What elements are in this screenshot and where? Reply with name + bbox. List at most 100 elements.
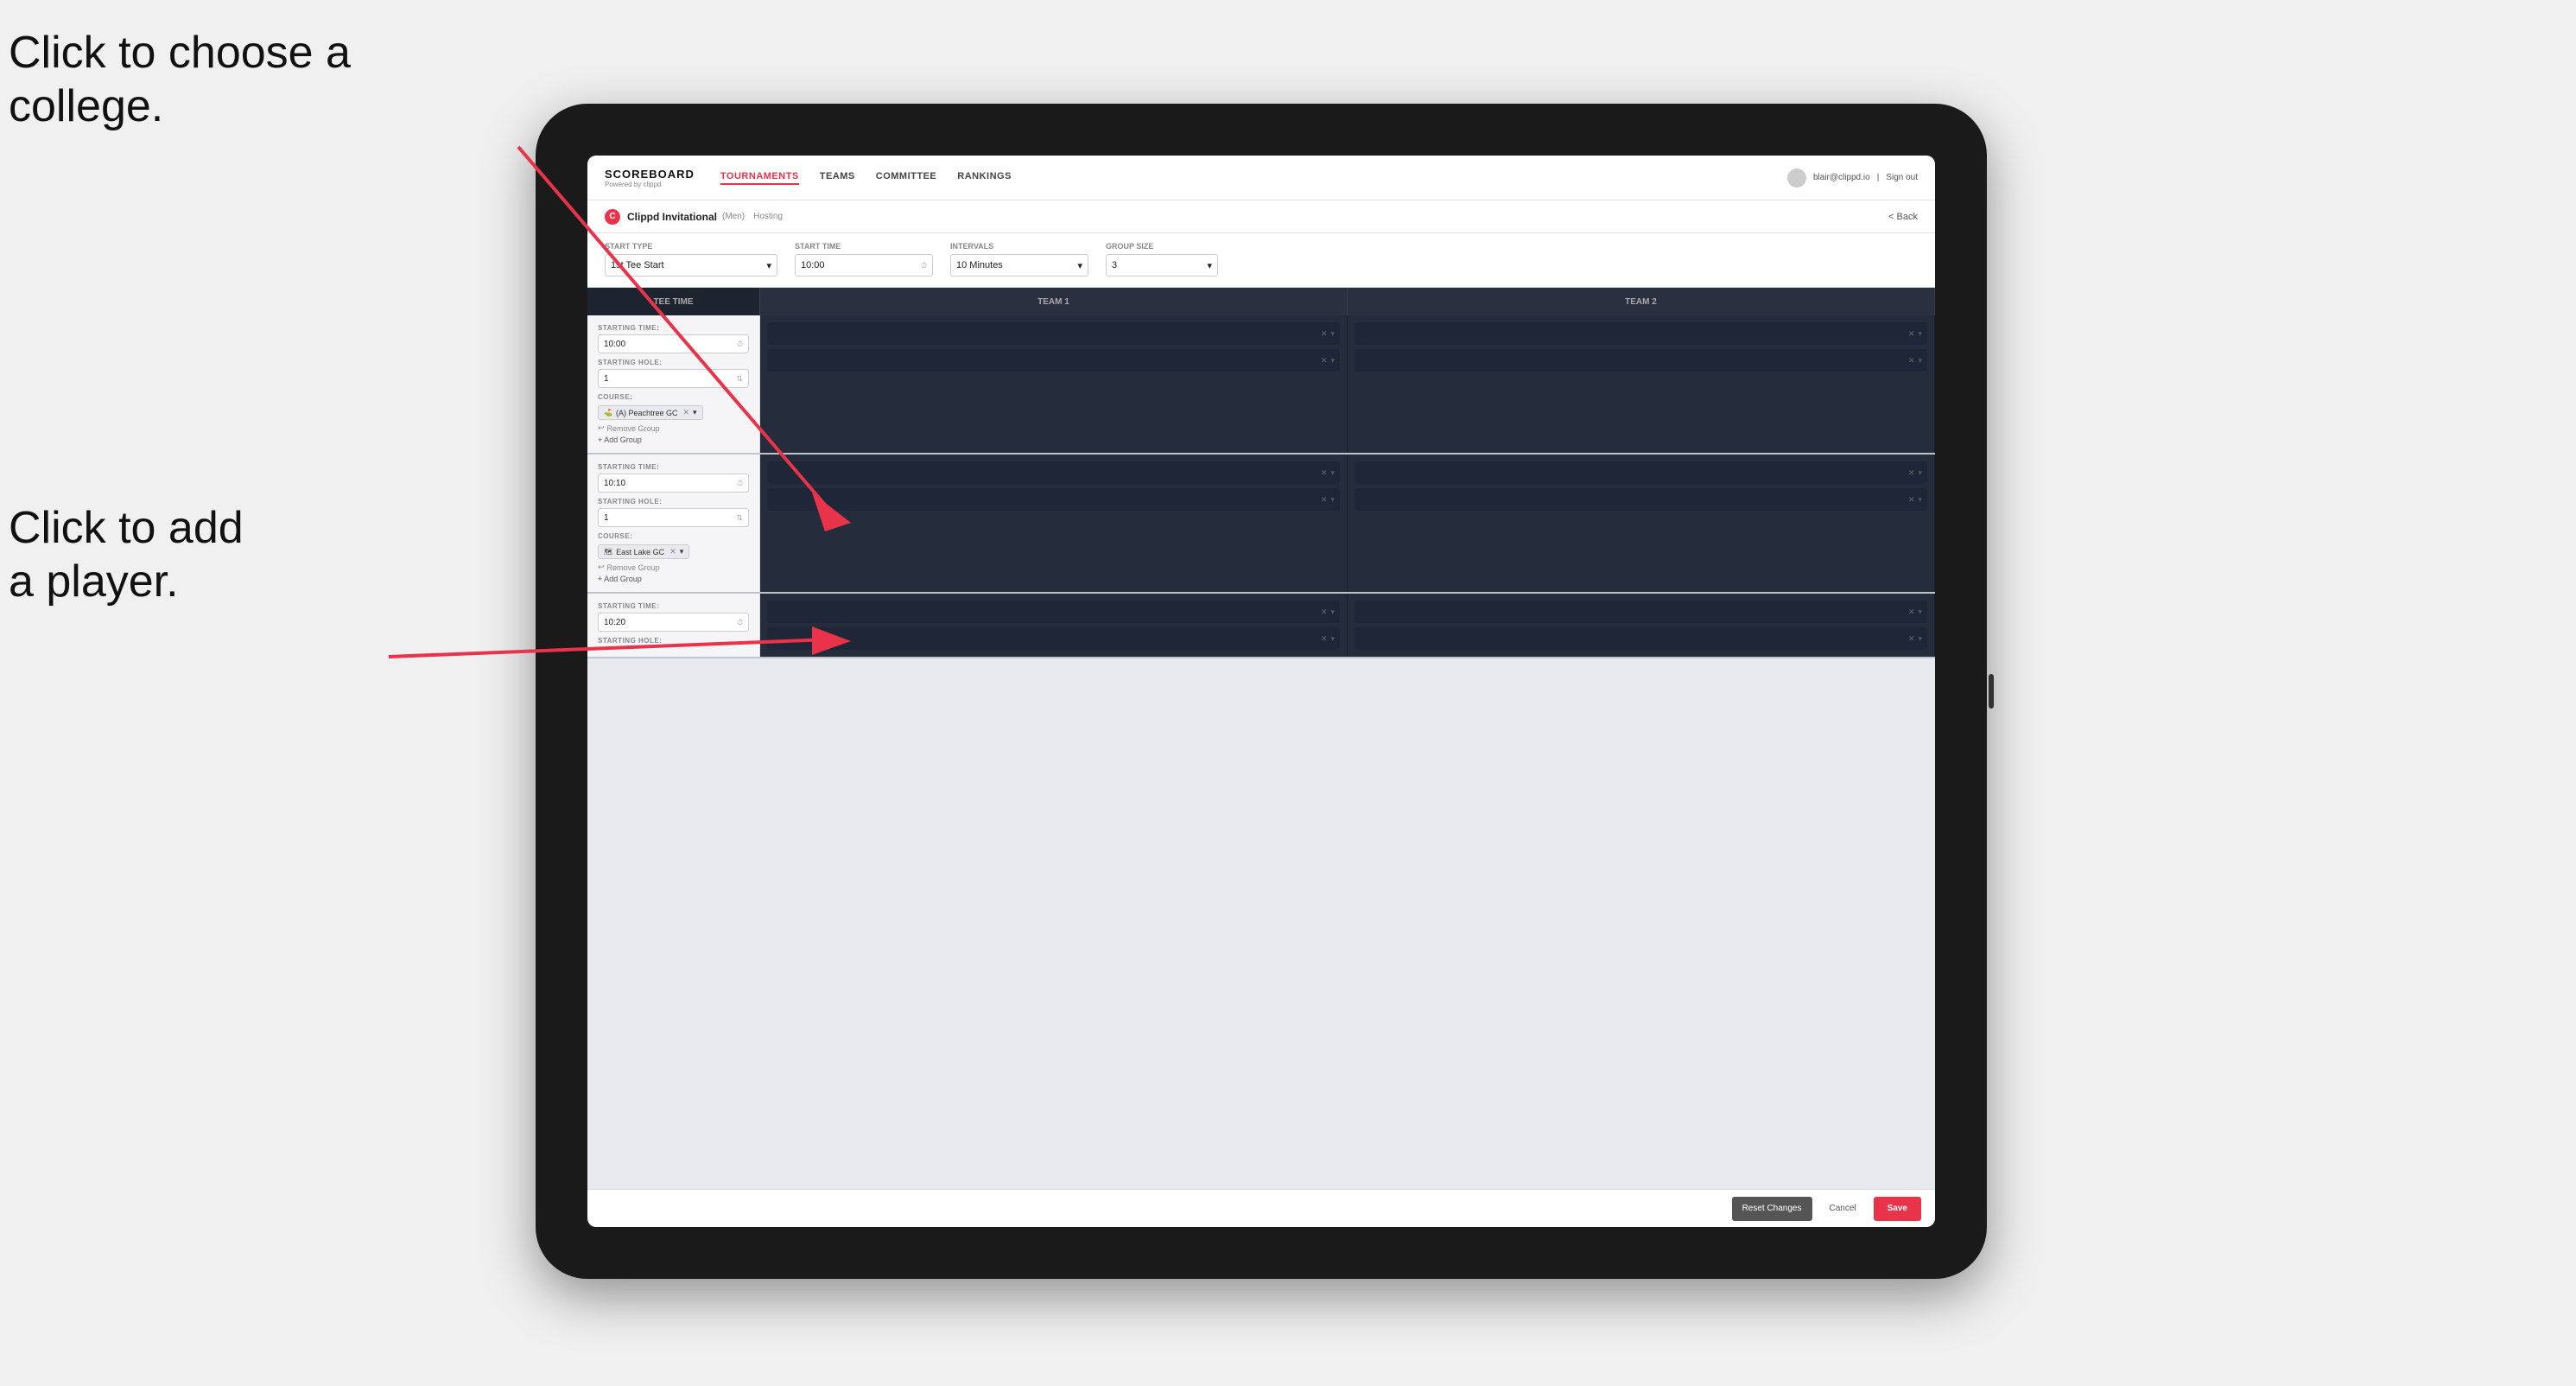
player-chevron-1-1[interactable]: ▾ [1330, 329, 1335, 339]
start-type-select[interactable]: 1st Tee Start ▾ [605, 254, 777, 277]
clock-icon: ⏱ [921, 261, 927, 270]
chevron-pair-2: ⇅ [736, 513, 743, 523]
cancel-button[interactable]: Cancel [1819, 1197, 1867, 1221]
tablet-frame: SCOREBOARD Powered by clippd TOURNAMENTS… [536, 104, 1987, 1279]
player-chevron-3-1[interactable]: ▾ [1330, 468, 1335, 478]
course-icon-2: 🗺 [604, 548, 612, 556]
starting-hole-input-2[interactable]: 1 ⇅ [598, 508, 749, 527]
reset-changes-button[interactable]: Reset Changes [1732, 1197, 1812, 1221]
player-x-1-2[interactable]: ✕ [1321, 356, 1328, 366]
annotation-college: Click to choose a college. [9, 26, 351, 134]
nav-committee[interactable]: COMMITTEE [876, 171, 937, 185]
chevron-pair-1: ⇅ [736, 374, 743, 384]
course-remove-2[interactable]: ✕ [669, 547, 676, 556]
top-nav: SCOREBOARD Powered by clippd TOURNAMENTS… [587, 156, 1935, 200]
user-email: blair@clippd.io [1813, 173, 1870, 182]
sub-header: C Clippd Invitational (Men) Hosting < Ba… [587, 200, 1935, 233]
player-x-2-1[interactable]: ✕ [1908, 329, 1915, 339]
course-label-2: COURSE: [598, 532, 749, 540]
th-team1: Team 1 [760, 288, 1348, 315]
group-row-3: STARTING TIME: 10:20 ⏱ STARTING HOLE: ✕ … [587, 594, 1935, 658]
nav-teams[interactable]: TEAMS [820, 171, 855, 185]
player-row-6-2[interactable]: ✕ ▾ [1355, 627, 1927, 650]
clock-icon-1: ⏱ [737, 340, 743, 349]
start-time-select[interactable]: 10:00 ⏱ [795, 254, 933, 277]
player-row-4-2[interactable]: ✕ ▾ [1355, 488, 1927, 511]
starting-hole-label-3: STARTING HOLE: [598, 637, 749, 645]
intervals-select[interactable]: 10 Minutes ▾ [950, 254, 1088, 277]
add-group-2[interactable]: + Add Group [598, 575, 749, 583]
player-x-4-2[interactable]: ✕ [1908, 495, 1915, 505]
nav-links: TOURNAMENTS TEAMS COMMITTEE RANKINGS [720, 171, 1787, 185]
player-row-6-1[interactable]: ✕ ▾ [1355, 601, 1927, 623]
clock-icon-2: ⏱ [737, 479, 743, 488]
player-chevron-2-2[interactable]: ▾ [1918, 356, 1922, 366]
annotation-player: Click to add a player. [9, 501, 244, 609]
starting-time-input-2[interactable]: 10:10 ⏱ [598, 474, 749, 493]
player-row-1-2[interactable]: ✕ ▾ [767, 349, 1340, 372]
course-tag-1[interactable]: ⛳ (A) Peachtree GC ✕ ▾ [598, 405, 703, 420]
player-chevron-1-2[interactable]: ▾ [1330, 356, 1335, 366]
player-x-3-2[interactable]: ✕ [1321, 495, 1328, 505]
player-x-3-1[interactable]: ✕ [1321, 468, 1328, 478]
nav-rankings[interactable]: RANKINGS [957, 171, 1012, 185]
player-chevron-6-2[interactable]: ▾ [1918, 634, 1922, 644]
tablet-screen: SCOREBOARD Powered by clippd TOURNAMENTS… [587, 156, 1935, 1227]
clock-icon-3: ⏱ [737, 618, 743, 627]
player-chevron-4-1[interactable]: ▾ [1918, 468, 1922, 478]
add-group-1[interactable]: + Add Group [598, 436, 749, 444]
starting-hole-label-1: STARTING HOLE: [598, 359, 749, 366]
save-button[interactable]: Save [1874, 1197, 1921, 1221]
player-x-4-1[interactable]: ✕ [1908, 468, 1915, 478]
player-row-1-1[interactable]: ✕ ▾ [767, 322, 1340, 345]
tournament-name: Clippd Invitational [627, 211, 717, 223]
player-x-6-2[interactable]: ✕ [1908, 634, 1915, 644]
player-row-3-2[interactable]: ✕ ▾ [767, 488, 1340, 511]
group-row-2: STARTING TIME: 10:10 ⏱ STARTING HOLE: 1 … [587, 455, 1935, 594]
player-chevron-5-2[interactable]: ▾ [1330, 634, 1335, 644]
remove-group-1[interactable]: ↩ Remove Group [598, 423, 749, 433]
chevron-down-course-1: ▾ [693, 408, 697, 417]
player-row-5-1[interactable]: ✕ ▾ [767, 601, 1340, 623]
player-chevron-2-1[interactable]: ▾ [1918, 329, 1922, 339]
player-chevron-4-2[interactable]: ▾ [1918, 495, 1922, 505]
group-team1-cell-3: ✕ ▾ ✕ ▾ [760, 594, 1348, 657]
avatar [1787, 168, 1806, 188]
course-tag-2[interactable]: 🗺 East Lake GC ✕ ▾ [598, 544, 689, 559]
player-x-5-1[interactable]: ✕ [1321, 607, 1328, 617]
player-row-5-2[interactable]: ✕ ▾ [767, 627, 1340, 650]
player-x-1-1[interactable]: ✕ [1321, 329, 1328, 339]
group-size-select[interactable]: 3 ▾ [1106, 254, 1218, 277]
player-row-2-2[interactable]: ✕ ▾ [1355, 349, 1927, 372]
starting-time-input-1[interactable]: 10:00 ⏱ [598, 334, 749, 353]
chevron-down-icon-intervals: ▾ [1077, 260, 1082, 271]
player-chevron-6-1[interactable]: ▾ [1918, 607, 1922, 617]
back-link[interactable]: < Back [1888, 212, 1918, 222]
player-x-6-1[interactable]: ✕ [1908, 607, 1915, 617]
remove-group-2[interactable]: ↩ Remove Group [598, 563, 749, 572]
player-x-5-2[interactable]: ✕ [1321, 634, 1328, 644]
player-chevron-3-2[interactable]: ▾ [1330, 495, 1335, 505]
main-content: Tee Time Team 1 Team 2 STARTING TIME: 10… [587, 288, 1935, 1189]
player-row-3-1[interactable]: ✕ ▾ [767, 461, 1340, 484]
player-row-2-1[interactable]: ✕ ▾ [1355, 322, 1927, 345]
footer-bar: Reset Changes Cancel Save [587, 1189, 1935, 1227]
player-x-2-2[interactable]: ✕ [1908, 356, 1915, 366]
starting-time-input-3[interactable]: 10:20 ⏱ [598, 613, 749, 632]
nav-right: blair@clippd.io | Sign out [1787, 168, 1918, 188]
group-left-3: STARTING TIME: 10:20 ⏱ STARTING HOLE: [587, 594, 760, 657]
starting-time-label-2: STARTING TIME: [598, 463, 749, 471]
player-chevron-5-1[interactable]: ▾ [1330, 607, 1335, 617]
brand-sub: Powered by clippd [605, 181, 695, 188]
schedule-table: Tee Time Team 1 Team 2 STARTING TIME: 10… [587, 288, 1935, 658]
group-size-label: Group Size [1106, 242, 1218, 251]
course-remove-1[interactable]: ✕ [683, 408, 690, 417]
nav-tournaments[interactable]: TOURNAMENTS [720, 171, 799, 185]
brand: SCOREBOARD Powered by clippd [605, 168, 695, 188]
group-left-2: STARTING TIME: 10:10 ⏱ STARTING HOLE: 1 … [587, 455, 760, 592]
player-row-4-1[interactable]: ✕ ▾ [1355, 461, 1927, 484]
sign-out-link[interactable]: Sign out [1886, 173, 1918, 182]
group-size-group: Group Size 3 ▾ [1106, 242, 1218, 277]
group-left-1: STARTING TIME: 10:00 ⏱ STARTING HOLE: 1 … [587, 315, 760, 453]
starting-hole-input-1[interactable]: 1 ⇅ [598, 369, 749, 388]
